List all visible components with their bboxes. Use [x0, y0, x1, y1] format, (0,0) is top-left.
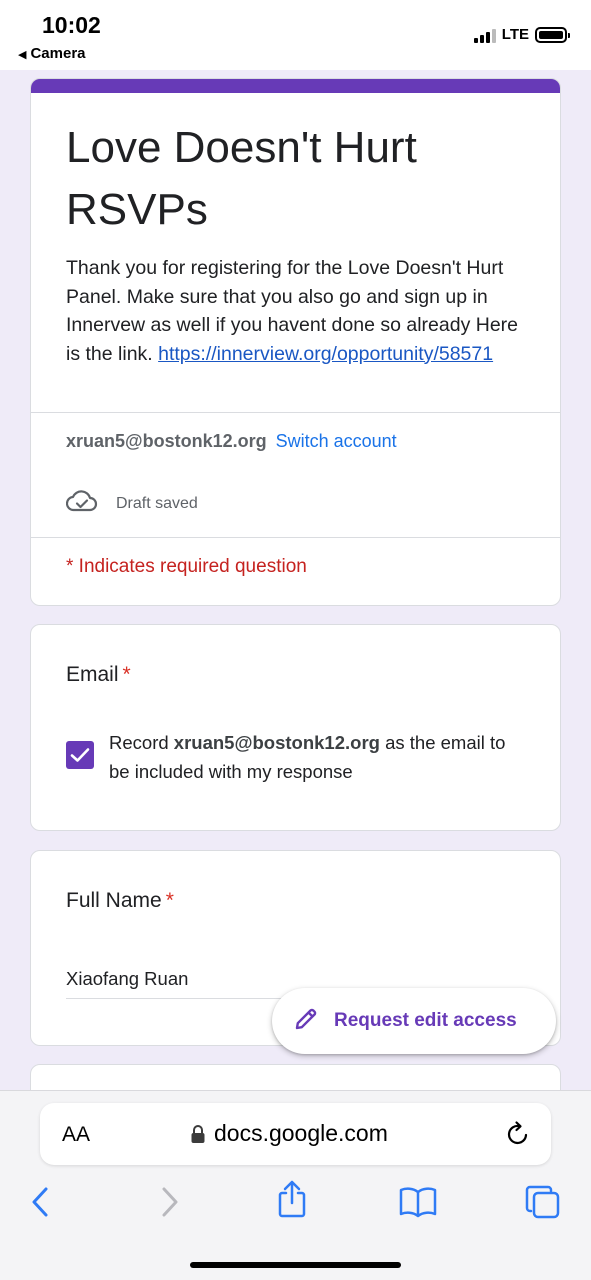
text-size-button[interactable]: AA [62, 1123, 90, 1147]
back-app-label: Camera [30, 45, 86, 62]
form-description: Thank you for registering for the Love D… [66, 254, 536, 368]
required-note: * Indicates required question [66, 556, 307, 577]
record-prefix: Record [109, 732, 169, 753]
form-accent-bar [31, 79, 560, 93]
status-time: 10:02 [42, 12, 101, 38]
divider [31, 537, 560, 538]
draft-status-text: Draft saved [116, 494, 198, 512]
record-email: xruan5@bostonk12.org [173, 732, 380, 753]
back-to-app-link[interactable]: ◀ Camera [18, 45, 86, 62]
switch-account-link[interactable]: Switch account [276, 431, 397, 451]
back-triangle-icon: ◀ [18, 49, 27, 61]
request-edit-access-label: Request edit access [334, 1010, 517, 1031]
form-header-card: Love Doesn't Hurt RSVPs Thank you for re… [30, 78, 561, 606]
request-edit-access-button[interactable]: Request edit access [272, 988, 556, 1054]
network-type: LTE [501, 26, 529, 43]
question-title-email: Email * [66, 663, 131, 687]
battery-icon [535, 26, 570, 43]
bookmarks-icon[interactable] [398, 1186, 438, 1223]
question-title-text: Full Name [66, 889, 162, 912]
url-display[interactable]: docs.google.com [190, 1120, 388, 1147]
question-title-full-name: Full Name * [66, 889, 174, 913]
text-size-label: AA [62, 1123, 91, 1146]
signal-icon [473, 27, 496, 43]
required-star: * [122, 663, 131, 686]
divider [31, 412, 560, 413]
form-title: Love Doesn't Hurt RSVPs [66, 123, 417, 234]
home-indicator[interactable] [190, 1262, 401, 1268]
lock-icon [191, 1124, 205, 1143]
reload-icon[interactable] [505, 1120, 531, 1153]
cloud-check-icon [65, 489, 98, 518]
question-title-text: Email [66, 663, 119, 686]
record-email-label[interactable]: Record xruan5@bostonk12.org as the email… [109, 728, 529, 786]
status-bar: 10:02 ◀ Camera LTE [0, 0, 591, 70]
checkmark-icon [70, 748, 90, 762]
share-icon[interactable] [277, 1179, 307, 1224]
description-link[interactable]: https://innerview.org/opportunity/58571 [158, 343, 493, 365]
pencil-icon [292, 1005, 320, 1038]
account-row: xruan5@bostonk12.org Switch account [66, 431, 397, 452]
account-email: xruan5@bostonk12.org [66, 431, 267, 451]
tabs-icon[interactable] [525, 1184, 561, 1225]
safari-toolbar: AA docs.google.com [0, 1090, 591, 1280]
url-text: docs.google.com [214, 1120, 388, 1146]
record-email-checkbox[interactable] [66, 741, 94, 769]
forward-icon[interactable] [158, 1186, 180, 1223]
address-bar[interactable]: AA docs.google.com [40, 1103, 551, 1165]
email-question-card: Email * Record xruan5@bostonk12.org as th… [30, 624, 561, 831]
status-indicators: LTE [473, 26, 570, 43]
back-icon[interactable] [30, 1186, 52, 1223]
draft-status-row: Draft saved [65, 489, 198, 518]
full-name-input[interactable]: Xiaofang Ruan [66, 968, 188, 990]
required-star: * [165, 889, 174, 912]
